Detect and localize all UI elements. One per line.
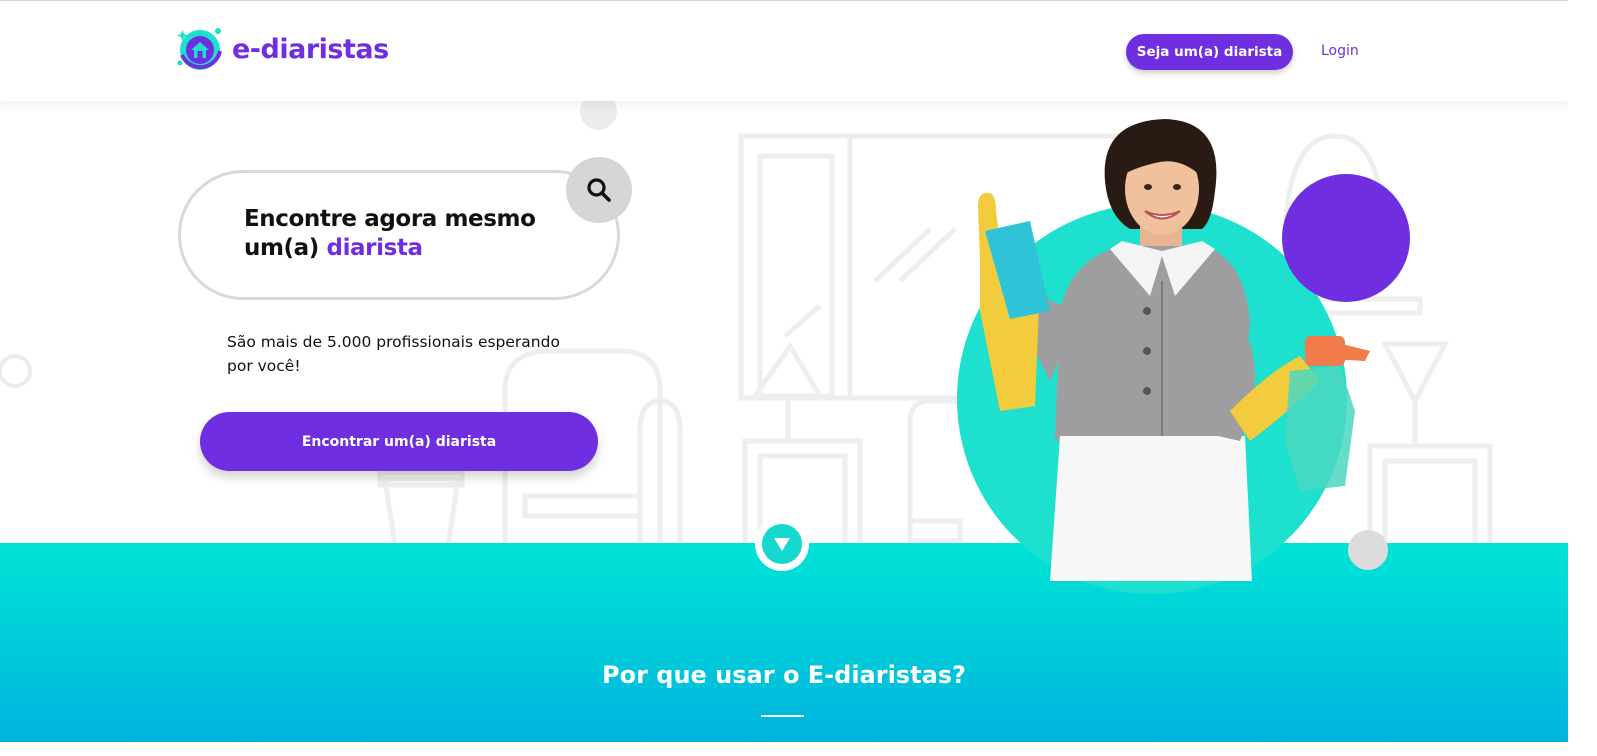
cleaning-professional-photo: [978, 119, 1370, 581]
search-icon: [587, 178, 611, 202]
search-button[interactable]: [566, 157, 632, 223]
login-link[interactable]: Login: [1321, 43, 1359, 59]
house-logo-icon: [177, 28, 222, 70]
hero-title-line1: Encontre agora mesmo: [244, 206, 536, 232]
page: e-diaristas Seja um(a) diarista Login En…: [0, 0, 1568, 742]
site-header: e-diaristas Seja um(a) diarista Login: [0, 1, 1568, 101]
scroll-down-inner: [762, 524, 802, 564]
scroll-down-button[interactable]: [755, 517, 809, 571]
find-diarista-button[interactable]: Encontrar um(a) diarista: [200, 412, 598, 471]
hero-subtitle: São mais de 5.000 profissionais esperand…: [227, 333, 560, 375]
brand-logo[interactable]: e-diaristas: [176, 25, 389, 73]
brand-name: e-diaristas: [232, 33, 389, 65]
hero-title: Encontre agora mesmo um(a) diarista: [244, 205, 574, 263]
section-title: Por que usar o E-diaristas?: [602, 661, 966, 689]
decorative-grey-circle: [1348, 530, 1388, 570]
section-title-underline: [761, 715, 804, 717]
hero-title-accent: diarista: [326, 235, 424, 261]
bottom-edge: [0, 742, 1568, 756]
hero-title-line2-prefix: um(a): [244, 235, 327, 261]
page-scrollbar[interactable]: [1568, 0, 1597, 756]
chevron-down-icon: [774, 538, 790, 551]
become-diarista-button[interactable]: Seja um(a) diarista: [1126, 34, 1293, 70]
